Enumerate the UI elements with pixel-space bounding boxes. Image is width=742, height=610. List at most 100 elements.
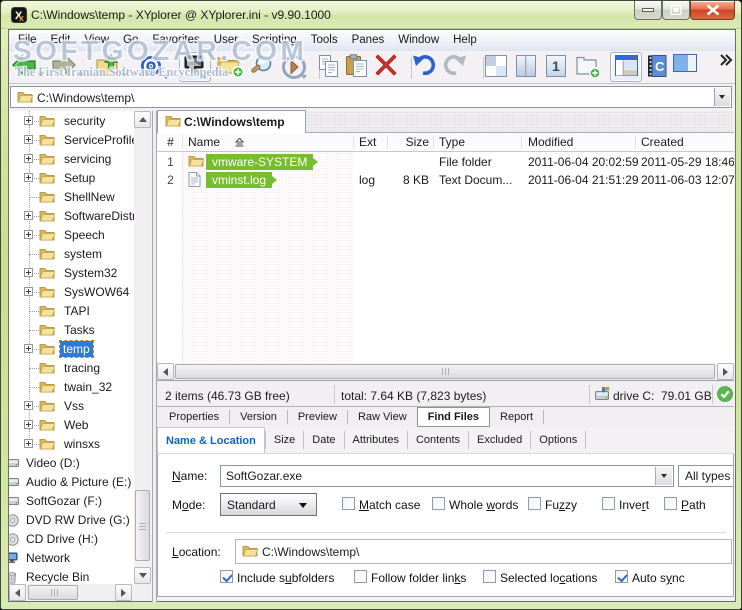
file-row-vmware-system[interactable]: 1 vmware-SYSTEM File folder 2011-06-04 20:0… — [157, 153, 734, 171]
subtab-date[interactable]: Date — [304, 427, 343, 453]
minimize-button[interactable] — [634, 1, 662, 20]
checkbox-include-subfolders[interactable] — [220, 570, 233, 583]
subtab-size[interactable]: Size — [266, 427, 303, 453]
chevron-down-icon[interactable] — [38, 73, 44, 77]
location-input[interactable]: C:\Windows\temp\ — [235, 539, 732, 564]
hotlist-button[interactable] — [139, 54, 163, 81]
checkbox-auto-sync[interactable] — [615, 570, 628, 583]
tree-item-setup[interactable]: Setup — [9, 169, 134, 188]
file-row-vminst-log[interactable]: 2 vminst.log log 8 KB Text Docum... 2011-06-0… — [157, 171, 734, 189]
redo-button[interactable] — [443, 54, 468, 79]
col-header-modified[interactable]: Modified — [528, 135, 573, 150]
tree-vscroll-thumb[interactable] — [135, 490, 150, 561]
search-button[interactable] — [249, 54, 274, 82]
tab-current-folder[interactable]: C:\Windows\temp — [157, 110, 306, 133]
list-hscroll-thumb[interactable] — [175, 364, 715, 379]
tree-item-vss[interactable]: Vss — [9, 397, 134, 416]
forward-button[interactable] — [51, 54, 77, 79]
scroll-right-button[interactable] — [115, 584, 132, 601]
tree-item-tracing[interactable]: tracing — [9, 359, 134, 378]
checkbox-label-fuzzy[interactable]: Fuzzy — [545, 498, 577, 512]
checkbox-label-auto-sync[interactable]: Auto sync — [632, 571, 685, 585]
checkbox-whole-words[interactable] — [432, 497, 445, 510]
menu-go[interactable]: Go — [116, 30, 145, 51]
tree-item-winsxs[interactable]: winsxs — [9, 435, 134, 454]
panel-tab-raw-view[interactable]: Raw View — [348, 407, 417, 427]
mode-select[interactable]: Standard — [220, 493, 317, 516]
expand-plus-icon[interactable] — [24, 344, 33, 353]
menu-window[interactable]: Window — [391, 30, 446, 51]
menu-view[interactable]: View — [77, 30, 116, 51]
expand-plus-icon[interactable] — [24, 154, 33, 163]
tree-item-cd-drive-h-[interactable]: CD Drive (H:) — [9, 530, 134, 549]
tree-item-security[interactable]: security — [9, 112, 134, 131]
tree-item-dvd-rw-drive-g-[interactable]: DVD RW Drive (G:) — [9, 511, 134, 530]
expand-plus-icon[interactable] — [24, 211, 33, 220]
vertical-panes-button[interactable] — [515, 54, 537, 81]
menu-file[interactable]: File — [11, 30, 44, 51]
tree-item-system32[interactable]: System32 — [9, 264, 134, 283]
file-list-hscrollbar[interactable] — [157, 363, 734, 380]
tree-item-speech[interactable]: Speech — [9, 226, 134, 245]
scroll-down-button[interactable] — [134, 567, 151, 584]
scroll-right-button[interactable] — [717, 363, 734, 380]
checkbox-label-path[interactable]: Path — [681, 498, 706, 512]
col-header-created[interactable]: Created — [641, 135, 684, 150]
tree-item-softgozar-f-[interactable]: SoftGozar (F:) — [9, 492, 134, 511]
chevron-down-icon[interactable] — [78, 73, 84, 77]
menu-scripting[interactable]: Scripting — [245, 30, 304, 51]
types-select[interactable]: All types — [678, 465, 733, 487]
back-button[interactable] — [11, 54, 37, 79]
subtab-contents[interactable]: Contents — [408, 427, 468, 453]
expand-plus-icon[interactable] — [24, 439, 33, 448]
checkbox-fuzzy[interactable] — [528, 497, 541, 510]
tree-item-temp[interactable]: temp — [9, 340, 134, 359]
col-header-ext[interactable]: Ext — [359, 135, 376, 150]
tree-item-softwaredistribution[interactable]: SoftwareDistribution — [9, 207, 134, 226]
tree-item-recycle-bin[interactable]: Recycle Bin — [9, 568, 134, 584]
menu-help[interactable]: Help — [446, 30, 484, 51]
new-tab-button[interactable] — [575, 54, 601, 81]
tree-item-web[interactable]: Web — [9, 416, 134, 435]
scroll-left-button[interactable] — [157, 363, 174, 380]
scroll-up-button[interactable] — [134, 111, 151, 128]
checkbox-path[interactable] — [664, 497, 677, 510]
undo-button[interactable] — [411, 54, 436, 79]
tree-hscroll-thumb[interactable] — [28, 585, 78, 600]
checkbox-label-include-subfolders[interactable]: Include subfolders — [237, 571, 334, 585]
col-header-num[interactable]: # — [159, 135, 182, 150]
checkbox-match-case[interactable] — [342, 497, 355, 510]
copy-button[interactable] — [317, 54, 341, 81]
tree-item-shellnew[interactable]: ShellNew — [9, 188, 134, 207]
paste-button[interactable] — [345, 54, 368, 81]
expand-plus-icon[interactable] — [24, 135, 33, 144]
panel-tab-report[interactable]: Report — [490, 407, 543, 427]
subtab-attributes[interactable]: Attributes — [345, 427, 407, 453]
single-pane-button[interactable]: 1 — [545, 54, 567, 81]
checkbox-label-follow-folder-links[interactable]: Follow folder links — [371, 571, 466, 585]
tree-item-servicing[interactable]: servicing — [9, 150, 134, 169]
preview-panel-button[interactable] — [673, 54, 697, 75]
panel-tab-properties[interactable]: Properties — [159, 407, 229, 427]
chevron-down-icon[interactable] — [122, 73, 128, 77]
address-dropdown-button[interactable] — [714, 88, 730, 106]
tree-item-serviceprofiles[interactable]: ServiceProfiles — [9, 131, 134, 150]
checkbox-follow-folder-links[interactable] — [354, 570, 367, 583]
checkbox-label-invert[interactable]: Invert — [619, 498, 649, 512]
name-dropdown-button[interactable] — [655, 467, 672, 485]
expand-plus-icon[interactable] — [24, 401, 33, 410]
col-header-name[interactable]: Name — [188, 135, 220, 150]
expand-plus-icon[interactable] — [24, 268, 33, 277]
expand-plus-icon[interactable] — [24, 173, 33, 182]
checkbox-label-match-case[interactable]: Match case — [359, 498, 420, 512]
tree-item-system[interactable]: system — [9, 245, 134, 264]
panel-tab-version[interactable]: Version — [230, 407, 287, 427]
tree-item-network[interactable]: Network — [9, 549, 134, 568]
expand-plus-icon[interactable] — [24, 420, 33, 429]
name-input[interactable]: SoftGozar.exe — [220, 465, 674, 487]
menu-user[interactable]: User — [207, 30, 245, 51]
toolbar-overflow-button[interactable] — [719, 54, 733, 69]
chevron-down-icon[interactable] — [301, 75, 307, 79]
checkbox-selected-locations[interactable] — [483, 570, 496, 583]
chevron-down-icon[interactable] — [163, 75, 169, 79]
